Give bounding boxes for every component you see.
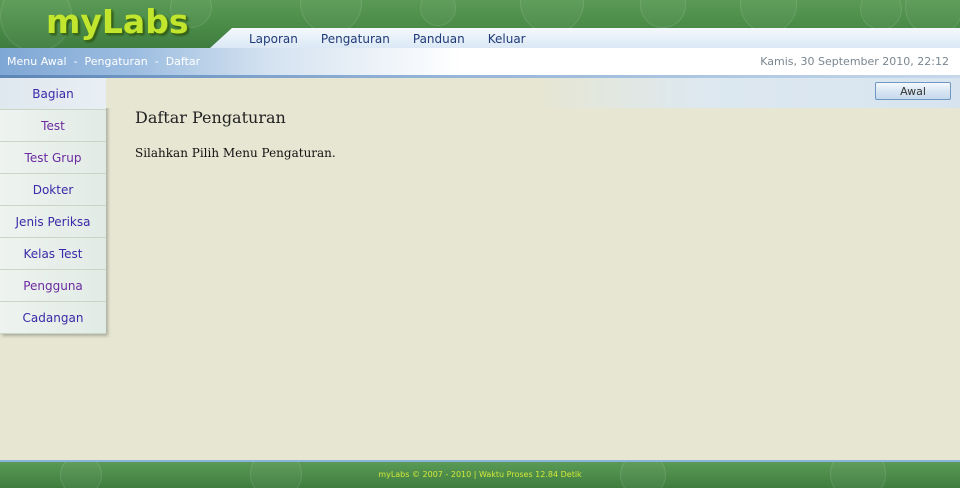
sidebar-item-label: Test Grup (24, 150, 82, 165)
sidebar-item-bagian[interactable]: Bagian (0, 78, 106, 110)
sidebar-item-label: Jenis Periksa (15, 214, 91, 229)
sidebar-item-label: Dokter (32, 182, 74, 197)
sidebar-item-pengguna[interactable]: Pengguna (0, 270, 106, 302)
footer-text: myLabs © 2007 - 2010 | Waktu Proses 12.8… (378, 470, 582, 479)
sidebar-item-kelas-test[interactable]: Kelas Test (0, 238, 106, 270)
nav-panduan[interactable]: Panduan (413, 31, 465, 47)
sidebar-item-cadangan[interactable]: Cadangan (0, 302, 106, 334)
page-title: Daftar Pengaturan (135, 108, 286, 127)
sidebar-item-label: Pengguna (23, 278, 83, 293)
page-instruction: Silahkan Pilih Menu Pengaturan. (135, 146, 336, 160)
sidebar-item-label: Kelas Test (23, 246, 83, 261)
background-bubble (860, 0, 902, 30)
app-logo[interactable]: myLabs (46, 2, 188, 41)
sidebar-item-dokter[interactable]: Dokter (0, 174, 106, 206)
sidebar-item-jenis-periksa[interactable]: Jenis Periksa (0, 206, 106, 238)
sidebar-item-test[interactable]: Test (0, 110, 106, 142)
breadcrumb: Menu Awal - Pengaturan - Daftar (7, 55, 201, 68)
sidebar-item-test-grup[interactable]: Test Grup (0, 142, 106, 174)
background-bubble (420, 0, 456, 26)
sidebar: Bagian Test Test Grup Dokter Jenis Perik… (0, 78, 106, 334)
background-bubble (640, 0, 686, 28)
content-toolbar (106, 78, 960, 108)
nav-laporan[interactable]: Laporan (249, 31, 298, 47)
sidebar-item-label: Cadangan (22, 310, 84, 325)
sidebar-item-label: Test (41, 118, 65, 133)
nav-keluar[interactable]: Keluar (488, 31, 526, 47)
awal-button[interactable]: Awal (875, 82, 951, 100)
sidebar-item-label: Bagian (32, 86, 74, 101)
datetime-display: Kamis, 30 September 2010, 22:12 (760, 55, 949, 68)
nav-pengaturan[interactable]: Pengaturan (321, 31, 390, 47)
top-nav: Laporan Pengaturan Panduan Keluar (249, 31, 549, 47)
